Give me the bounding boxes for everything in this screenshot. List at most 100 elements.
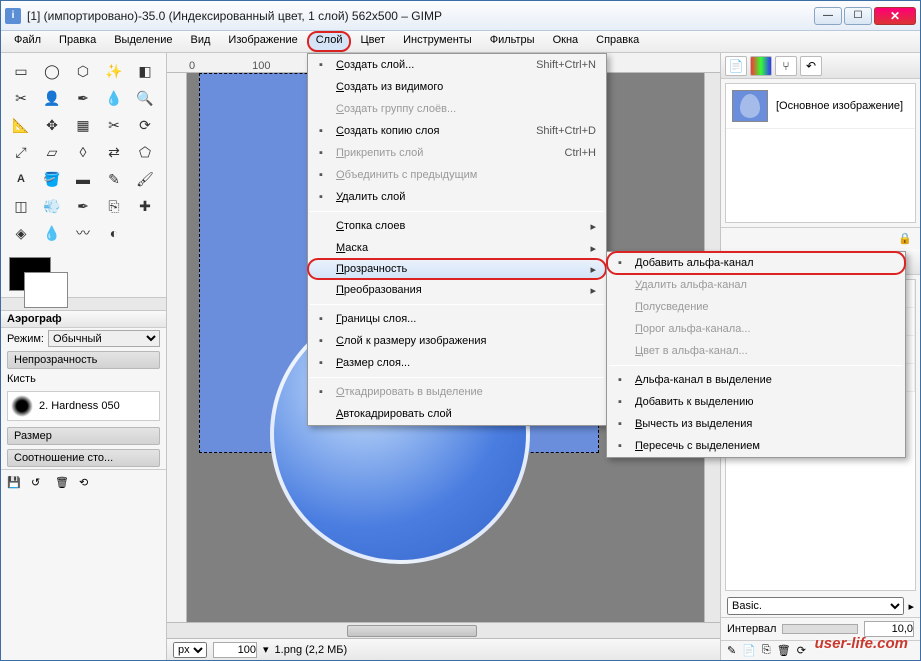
brush-menu-icon[interactable]: ▸ — [908, 600, 914, 613]
layer-menu-item[interactable]: Маска▸ — [308, 237, 606, 259]
menu-image[interactable]: Изображение — [219, 31, 306, 52]
transparency-item[interactable]: ▪Пересечь с выделением — [607, 435, 905, 457]
tool-ellipse-select[interactable]: ◯ — [38, 59, 66, 83]
size-slider[interactable]: Размер — [7, 427, 160, 445]
restore-preset-icon[interactable]: ↺ — [31, 476, 49, 492]
tool-move[interactable]: ✥ — [38, 113, 66, 137]
layer-menu-item[interactable]: ▪Границы слоя... — [308, 308, 606, 330]
scrollbar-horizontal[interactable] — [167, 622, 720, 638]
maximize-button[interactable]: ☐ — [844, 7, 872, 25]
layer-row[interactable]: [Основное изображение] — [726, 84, 915, 129]
transparency-item[interactable]: ▪Добавить к выделению — [607, 391, 905, 413]
tool-rotate[interactable]: ⟳ — [131, 113, 159, 137]
interval-input[interactable] — [864, 621, 914, 637]
tool-heal[interactable]: ✚ — [131, 194, 159, 218]
menu-item-label: Прозрачность — [336, 263, 407, 275]
transparency-item[interactable]: ▪Вычесть из выделения — [607, 413, 905, 435]
color-swatch[interactable] — [9, 257, 51, 291]
transparency-item[interactable]: ▪Альфа-канал в выделение — [607, 369, 905, 391]
close-button[interactable]: ✕ — [874, 7, 916, 25]
a+-icon: ▪ — [612, 255, 628, 271]
brush-preview[interactable]: 2. Hardness 050 — [7, 391, 160, 421]
mode-select[interactable]: Обычный — [48, 330, 160, 347]
opacity-slider[interactable]: Непрозрачность — [7, 351, 160, 369]
tool-ink[interactable]: ✒ — [69, 194, 97, 218]
layer-menu-item[interactable]: ▪Размер слоя... — [308, 352, 606, 374]
tool-fuzzy-select[interactable]: ✨ — [100, 59, 128, 83]
layer-menu-item[interactable]: ▪Удалить слой — [308, 186, 606, 208]
tool-blend[interactable]: ▬ — [69, 167, 97, 191]
refresh-brush-icon[interactable]: ⟳ — [797, 644, 806, 657]
tool-free-select[interactable]: ⬡ — [69, 59, 97, 83]
layer-menu-item[interactable]: Прозрачность▸ — [308, 259, 606, 279]
tab-undo-icon[interactable]: ↶ — [800, 56, 822, 76]
tool-dodge[interactable]: ◐ — [100, 221, 128, 245]
menu-edit[interactable]: Правка — [50, 31, 105, 52]
layer-menu-item[interactable]: ▪Создать копию слояShift+Ctrl+D — [308, 120, 606, 142]
layer-menu-item[interactable]: Стопка слоев▸ — [308, 215, 606, 237]
menu-filters[interactable]: Фильтры — [481, 31, 544, 52]
layer-menu-item[interactable]: Создать из видимого — [308, 76, 606, 98]
interval-slider[interactable] — [782, 624, 858, 634]
tool-rect-select[interactable]: ▭ — [7, 59, 35, 83]
layer-menu-item[interactable]: Автокадрировать слой — [308, 403, 606, 425]
tool-zoom[interactable]: 🔍 — [131, 86, 159, 110]
tool-clone[interactable]: ⎘ — [100, 194, 128, 218]
tool-foreground[interactable]: 👤 — [38, 86, 66, 110]
tab-channels-icon[interactable] — [750, 56, 772, 76]
menu-windows[interactable]: Окна — [544, 31, 588, 52]
layer-menu-item[interactable]: ▪Слой к размеру изображения — [308, 330, 606, 352]
menu-help[interactable]: Справка — [587, 31, 648, 52]
delete-brush-icon[interactable]: 🗑 — [777, 644, 791, 657]
tool-paths[interactable]: ✒ — [69, 86, 97, 110]
tool-shear[interactable]: ▱ — [38, 140, 66, 164]
unit-select[interactable]: px — [173, 642, 207, 658]
tool-bucket[interactable]: 🪣 — [38, 167, 66, 191]
window-buttons: — ☐ ✕ — [814, 7, 916, 25]
tool-airbrush[interactable]: 💨 — [38, 194, 66, 218]
layer-name: [Основное изображение] — [776, 100, 903, 112]
tool-perspective-clone[interactable]: ◈ — [7, 221, 35, 245]
transparency-item[interactable]: ▪Добавить альфа-канал — [607, 252, 905, 274]
save-preset-icon[interactable]: 💾 — [7, 476, 25, 492]
tool-eraser[interactable]: ◫ — [7, 194, 35, 218]
tab-layers-icon[interactable]: 📄 — [725, 56, 747, 76]
tool-pencil[interactable]: ✎ — [100, 167, 128, 191]
tool-cage[interactable]: ⬠ — [131, 140, 159, 164]
tool-flip[interactable]: ⇄ — [100, 140, 128, 164]
zoom-input[interactable] — [213, 642, 257, 658]
menu-tools[interactable]: Инструменты — [394, 31, 481, 52]
menu-view[interactable]: Вид — [182, 31, 220, 52]
menu-file[interactable]: Файл — [5, 31, 50, 52]
menu-select[interactable]: Выделение — [105, 31, 181, 52]
tool-perspective[interactable]: ◊ — [69, 140, 97, 164]
tab-paths-icon[interactable]: ⑂ — [775, 56, 797, 76]
layer-menu-item[interactable]: ▪Создать слой...Shift+Ctrl+N — [308, 54, 606, 76]
menu-layer[interactable]: Слой — [307, 31, 352, 52]
minimize-button[interactable]: — — [814, 7, 842, 25]
transparency-item: Порог альфа-канала... — [607, 318, 905, 340]
delete-preset-icon[interactable]: 🗑 — [55, 476, 73, 492]
brush-combo[interactable]: Basic. — [727, 597, 904, 615]
menu-colors[interactable]: Цвет — [351, 31, 394, 52]
lock-icon[interactable]: 🔒 — [898, 232, 912, 245]
duplicate-brush-icon[interactable]: ⎘ — [762, 644, 771, 657]
tool-scale[interactable]: ⤢ — [7, 140, 35, 164]
tool-scissors[interactable]: ✂ — [7, 86, 35, 110]
layer-menu-item[interactable]: Преобразования▸ — [308, 279, 606, 301]
tool-brush[interactable]: 🖌 — [131, 167, 159, 191]
shortcut-label: Shift+Ctrl+N — [512, 59, 596, 71]
scrollbar-thumb[interactable] — [347, 625, 477, 637]
tool-color-picker[interactable]: 💧 — [100, 86, 128, 110]
tool-crop[interactable]: ✂ — [100, 113, 128, 137]
edit-brush-icon[interactable]: ✎ — [727, 644, 736, 657]
tool-measure[interactable]: 📐 — [7, 113, 35, 137]
tool-align[interactable]: ▦ — [69, 113, 97, 137]
tool-blur[interactable]: 💧 — [38, 221, 66, 245]
reset-preset-icon[interactable]: ⟲ — [79, 476, 97, 492]
ratio-slider[interactable]: Соотношение сто... — [7, 449, 160, 467]
tool-text[interactable]: A — [7, 167, 35, 191]
tool-by-color[interactable]: ◧ — [131, 59, 159, 83]
tool-smudge[interactable]: 〰 — [69, 221, 97, 245]
new-brush-icon[interactable]: 📄 — [742, 644, 756, 657]
